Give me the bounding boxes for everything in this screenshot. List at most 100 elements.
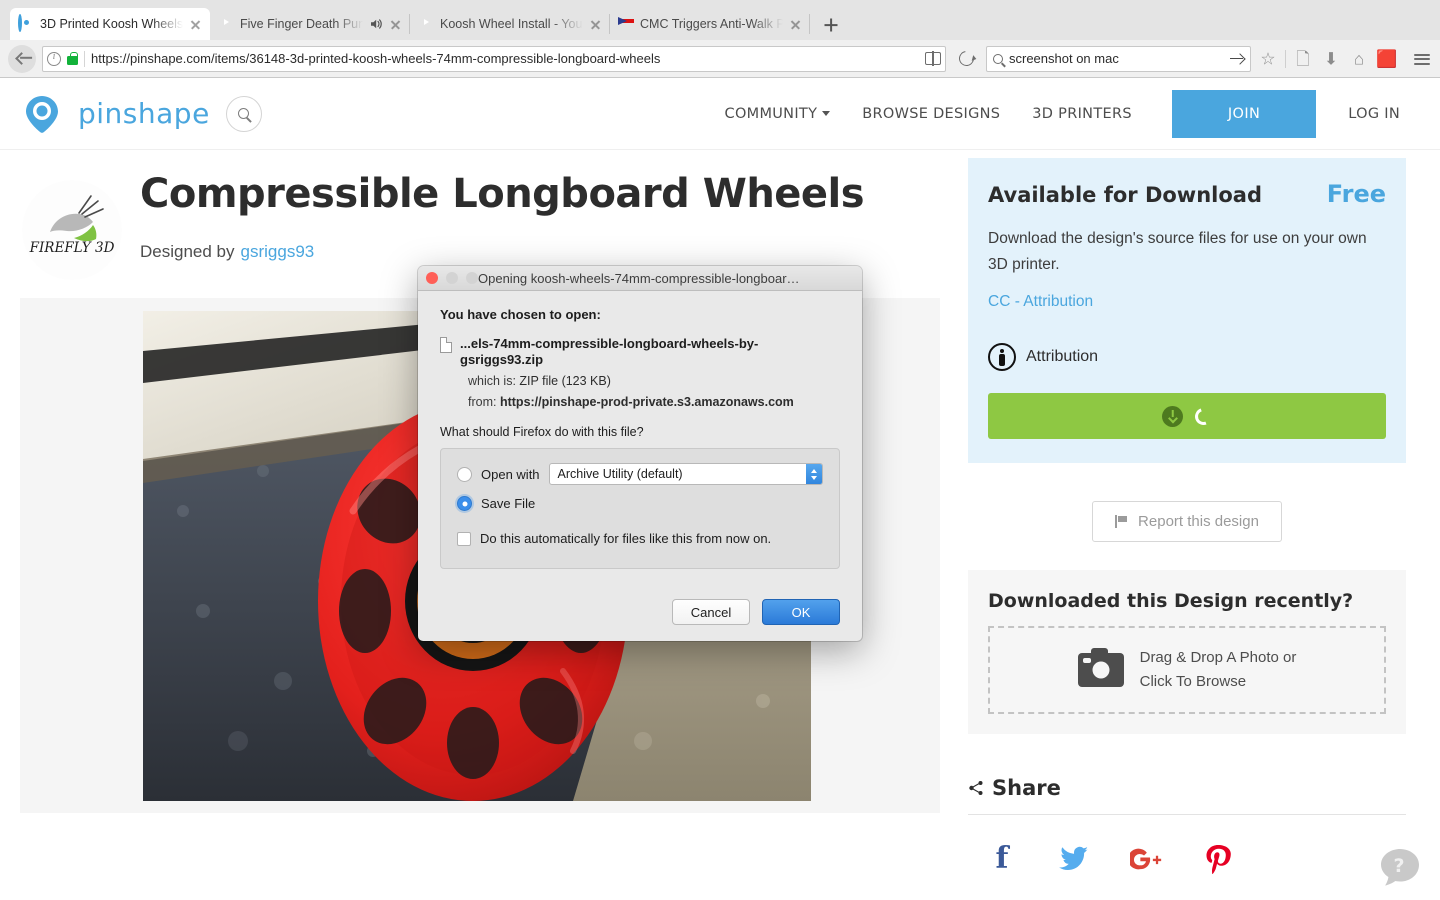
attribution-row: Attribution <box>988 343 1386 372</box>
open-with-row[interactable]: Open with Archive Utility (default) <box>457 463 823 486</box>
join-button[interactable]: JOIN <box>1171 89 1317 138</box>
youtube-favicon-icon <box>218 16 234 32</box>
save-file-row[interactable]: Save File <box>457 496 823 512</box>
browser-tab-3[interactable]: Koosh Wheel Install - YouTub <box>410 8 610 40</box>
texas-flag-favicon-icon <box>618 16 634 32</box>
avatar[interactable]: FIREFLY 3D <box>22 180 122 280</box>
do-this-automatically-checkbox[interactable] <box>457 531 471 546</box>
close-icon[interactable] <box>789 18 802 31</box>
nav-item-browse-designs[interactable]: BROWSE DESIGNS <box>846 106 1016 122</box>
select-stepper-icon[interactable] <box>806 464 822 485</box>
save-file-label: Save File <box>481 496 536 512</box>
close-icon[interactable] <box>189 18 202 31</box>
search-icon <box>238 108 250 119</box>
dropzone-line-1: Drag & Drop A Photo or <box>1139 649 1297 667</box>
tab-title: Koosh Wheel Install - YouTub <box>440 17 583 31</box>
close-icon[interactable] <box>589 18 602 31</box>
nav-item-3d-printers[interactable]: 3D PRINTERS <box>1016 106 1148 122</box>
minimize-window-icon <box>446 272 458 284</box>
report-design-button[interactable]: Report this design <box>1092 501 1282 543</box>
close-icon[interactable] <box>389 18 402 31</box>
creative-commons-attribution-icon <box>988 343 1016 372</box>
ok-button[interactable]: OK <box>762 599 840 626</box>
home-icon[interactable]: ⌂ <box>1348 47 1370 71</box>
download-panel: Available for Download Free Download the… <box>968 158 1406 464</box>
browser-tab-1[interactable]: 3D Printed Koosh Wheels, 74 <box>10 8 210 40</box>
maximize-window-icon <box>466 272 478 284</box>
site-info-icon[interactable] <box>47 51 61 66</box>
login-link[interactable]: LOG IN <box>1332 106 1416 122</box>
hamburger-menu-icon[interactable] <box>1412 47 1432 71</box>
do-this-automatically-label: Do this automatically for files like thi… <box>480 531 772 547</box>
chevron-down-icon <box>822 110 831 116</box>
photo-dropzone[interactable]: Drag & Drop A Photo or Click To Browse <box>988 626 1386 715</box>
tab-title: 3D Printed Koosh Wheels, 74 <box>40 17 183 31</box>
from-value: https://pinshape-prod-private.s3.amazona… <box>499 395 794 410</box>
save-file-radio[interactable] <box>457 496 472 512</box>
main-navigation: COMMUNITY BROWSE DESIGNS 3D PRINTERS JOI… <box>709 89 1416 138</box>
brand-area: pinshape <box>22 94 262 134</box>
camera-icon <box>1077 648 1124 688</box>
page-title: Compressible Longboard Wheels <box>140 171 865 217</box>
nav-label: COMMUNITY <box>724 105 818 122</box>
open-with-radio[interactable] <box>457 466 472 482</box>
do-this-automatically-row[interactable]: Do this automatically for files like thi… <box>457 531 823 546</box>
license-link[interactable]: CC - Attribution <box>988 293 1093 311</box>
design-title-block: FIREFLY 3D Compressible Longboard Wheels… <box>0 150 952 280</box>
speaker-icon[interactable] <box>369 17 383 31</box>
go-arrow-icon[interactable] <box>1230 52 1244 66</box>
nav-item-community[interactable]: COMMUNITY <box>709 106 847 122</box>
search-bar[interactable]: screenshot on mac <box>986 45 1251 72</box>
download-description: Download the design's source files for u… <box>988 230 1367 273</box>
dialog-body: You have chosen to open: ...els-74mm-com… <box>418 291 862 583</box>
address-bar[interactable]: https://pinshape.com/items/36148-3d-prin… <box>42 45 946 72</box>
download-panel-title: Available for Download <box>988 183 1262 207</box>
pinterest-icon[interactable] <box>1202 843 1234 875</box>
twitter-icon[interactable] <box>1058 843 1090 875</box>
youtube-favicon-icon <box>418 16 434 32</box>
dialog-titlebar[interactable]: Opening koosh-wheels-74mm-compressible-l… <box>418 266 862 291</box>
dialog-file-row: ...els-74mm-compressible-longboard-wheel… <box>440 336 840 367</box>
pinshape-logo-icon[interactable] <box>22 94 62 134</box>
tab-title: Five Finger Death Punch - <box>240 17 363 31</box>
google-plus-icon[interactable] <box>1130 843 1162 875</box>
attribution-label: Attribution <box>1026 348 1099 366</box>
price-label: Free <box>1326 180 1386 208</box>
browser-tab-2[interactable]: Five Finger Death Punch - <box>210 8 410 40</box>
divider <box>1285 49 1286 68</box>
download-button[interactable] <box>988 393 1386 440</box>
library-icon[interactable]: 🗋 <box>1292 47 1314 71</box>
question-mark-glyph: ? <box>1393 855 1404 877</box>
designer-link[interactable]: gsriggs93 <box>241 242 315 261</box>
designed-by: Designed by gsriggs93 <box>140 242 864 262</box>
close-window-icon[interactable] <box>426 272 438 284</box>
recent-download-panel: Downloaded this Design recently? Drag & … <box>968 570 1406 735</box>
document-icon <box>440 337 452 353</box>
open-with-select[interactable]: Archive Utility (default) <box>548 463 823 486</box>
help-chat-button[interactable]: ? <box>1378 847 1422 889</box>
share-icon <box>968 780 984 796</box>
reader-mode-icon[interactable] <box>925 51 941 66</box>
dialog-options-group: Open with Archive Utility (default) Save… <box>440 448 840 570</box>
new-tab-button[interactable] <box>816 10 846 40</box>
dropzone-text: Drag & Drop A Photo or Click To Browse <box>1140 646 1297 694</box>
browser-tab-4[interactable]: CMC Triggers Anti-Walk Pin S <box>610 8 810 40</box>
flag-icon <box>1115 515 1128 529</box>
social-links: f <box>968 815 1406 875</box>
back-button[interactable] <box>8 44 36 73</box>
bookmark-star-icon[interactable]: ☆ <box>1257 47 1279 71</box>
reload-button[interactable] <box>952 45 980 73</box>
page-content: pinshape COMMUNITY BROWSE DESIGNS 3D PRI… <box>0 78 1440 899</box>
pinshape-favicon-icon <box>18 14 34 32</box>
cancel-button[interactable]: Cancel <box>672 599 750 626</box>
report-row: Report this design <box>968 501 1406 543</box>
dropzone-line-2: Click To Browse <box>1139 673 1247 691</box>
facebook-icon[interactable]: f <box>986 843 1018 875</box>
downloads-icon[interactable]: ⬇ <box>1320 47 1342 71</box>
header-search-button[interactable] <box>225 95 262 132</box>
designed-by-label: Designed by <box>140 241 235 261</box>
download-file-dialog: Opening koosh-wheels-74mm-compressible-l… <box>418 266 862 642</box>
pocket-icon[interactable]: 🟥 <box>1376 47 1398 71</box>
lock-icon <box>67 51 78 65</box>
window-controls <box>426 272 478 284</box>
